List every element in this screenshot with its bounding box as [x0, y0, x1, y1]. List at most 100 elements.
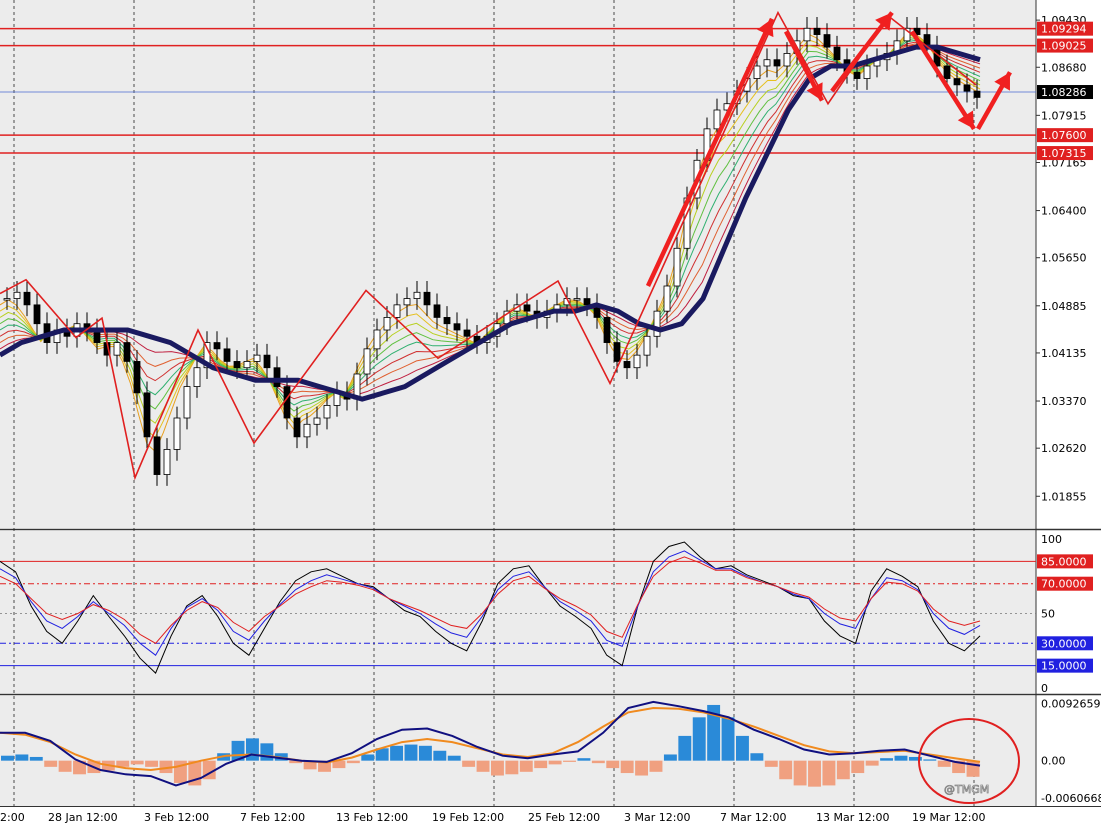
- macd-histogram-bar: [851, 760, 865, 774]
- macd-histogram-bar: [534, 760, 548, 769]
- candle-body: [763, 59, 771, 67]
- price-level-label: 1.09294: [1041, 23, 1087, 36]
- candle-body: [623, 361, 631, 369]
- time-label: 19 Feb 12:00: [432, 811, 504, 824]
- candle-body: [413, 291, 421, 299]
- price-tick-label: 1.06400: [1041, 205, 1087, 218]
- macd-histogram-bar: [923, 759, 937, 761]
- candle-body: [323, 405, 331, 419]
- candle-body: [153, 436, 161, 475]
- candle-body: [183, 386, 191, 419]
- candle-body: [233, 361, 241, 369]
- candle-body: [713, 109, 721, 130]
- macd-histogram-bar: [793, 760, 807, 786]
- macd-histogram-bar: [779, 760, 793, 780]
- macd-histogram-bar: [130, 760, 144, 765]
- candle-body: [293, 417, 301, 438]
- candle-body: [3, 298, 11, 301]
- chart-canvas: 1.094301.086801.079151.071651.064001.056…: [0, 0, 1101, 824]
- candle-body: [813, 27, 821, 35]
- price-tick-label: 1.08680: [1041, 61, 1087, 74]
- candle-body: [433, 304, 441, 318]
- candle-body: [823, 34, 831, 48]
- macd-histogram-bar: [346, 760, 360, 764]
- macd-tick-label: 0.00: [1041, 755, 1066, 768]
- macd-histogram-bar: [145, 760, 159, 767]
- candle-body: [23, 291, 31, 306]
- candle-body: [403, 298, 411, 306]
- price-level-label: 1.09025: [1041, 40, 1087, 53]
- macd-histogram-bar: [808, 760, 821, 787]
- candle-body: [263, 354, 271, 369]
- macd-histogram-bar: [692, 717, 706, 761]
- macd-axis-ticks: 0.0092659 0.00 -0.0060668: [1041, 697, 1101, 805]
- candle-body: [13, 291, 21, 299]
- oscillator-tick-label: 100: [1041, 533, 1062, 546]
- macd-histogram-bar: [433, 750, 447, 761]
- candle-body: [443, 317, 451, 325]
- time-label: 3 Feb 12:00: [144, 811, 209, 824]
- candle-body: [33, 304, 41, 325]
- macd-histogram-bar: [880, 758, 894, 761]
- candle-body: [523, 304, 531, 312]
- macd-histogram-bar: [649, 760, 663, 772]
- candle-body: [833, 46, 841, 61]
- candle-body: [223, 348, 231, 362]
- oscillator-level-label: 15.0000: [1041, 660, 1087, 673]
- macd-histogram-bar: [721, 717, 735, 761]
- time-label: 19 Mar 12:00: [912, 811, 985, 824]
- time-axis-labels: 2:00 28 Jan 12:00 3 Feb 12:00 7 Feb 12:00 13…: [0, 811, 985, 824]
- time-label: 25 Feb 12:00: [528, 811, 600, 824]
- price-tick-label: 1.04885: [1041, 300, 1087, 313]
- trading-chart: 1.09430 1.08680 1.07915 1.07165 1.06400 1.056…: [0, 0, 1101, 829]
- candle-body: [853, 71, 861, 79]
- time-label: 2:00: [0, 811, 25, 824]
- candle-body: [803, 27, 811, 42]
- macd-histogram-bar: [548, 760, 562, 765]
- oscillator-panel: [0, 531, 1036, 693]
- candle-body: [973, 90, 981, 98]
- candle-body: [133, 361, 141, 394]
- candle-body: [643, 335, 651, 356]
- time-label: 13 Mar 12:00: [816, 811, 889, 824]
- time-label: 3 Mar 12:00: [624, 811, 690, 824]
- price-tick-label: 1.02620: [1041, 442, 1087, 455]
- macd-histogram-bar: [836, 760, 850, 780]
- candle-body: [773, 59, 781, 67]
- macd-histogram-bar: [58, 760, 72, 772]
- candle-body: [613, 342, 621, 362]
- macd-histogram-bar: [505, 760, 519, 775]
- macd-histogram-bar: [635, 760, 649, 776]
- time-label: 7 Mar 12:00: [720, 811, 786, 824]
- price-tick-label: 1.01855: [1041, 490, 1087, 503]
- price-level-labels: 1.09294 1.09025 1.07600 1.07315 1.08286: [1037, 21, 1093, 161]
- candle-body: [393, 304, 401, 318]
- candle-body: [603, 317, 611, 343]
- candle-body: [213, 342, 221, 350]
- price-level-label: 1.07600: [1041, 129, 1087, 142]
- watermark: @TMGM: [944, 783, 989, 796]
- macd-histogram-bar: [678, 735, 692, 761]
- macd-histogram-bar: [447, 755, 461, 761]
- candle-body: [123, 342, 131, 362]
- candle-body: [313, 417, 321, 425]
- candle-body: [113, 342, 121, 356]
- time-label: 13 Feb 12:00: [336, 811, 408, 824]
- time-label: 7 Feb 12:00: [240, 811, 305, 824]
- candle-body: [963, 84, 971, 92]
- oscillator-level-label: 30.0000: [1041, 637, 1087, 650]
- macd-histogram-bar: [476, 760, 490, 772]
- candle-body: [193, 367, 201, 387]
- oscillator-tick-label: 0: [1041, 682, 1048, 695]
- candle-body: [943, 65, 951, 79]
- macd-histogram-bar: [606, 760, 620, 769]
- macd-histogram-bar: [491, 760, 504, 776]
- macd-histogram-bar: [663, 754, 677, 761]
- candle-body: [573, 298, 581, 301]
- candle-body: [173, 417, 181, 450]
- price-tick-label: 1.04135: [1041, 347, 1087, 360]
- candle-body: [633, 354, 641, 369]
- candle-body: [463, 329, 471, 337]
- macd-histogram-bar: [260, 743, 274, 761]
- macd-histogram-bar: [29, 756, 43, 761]
